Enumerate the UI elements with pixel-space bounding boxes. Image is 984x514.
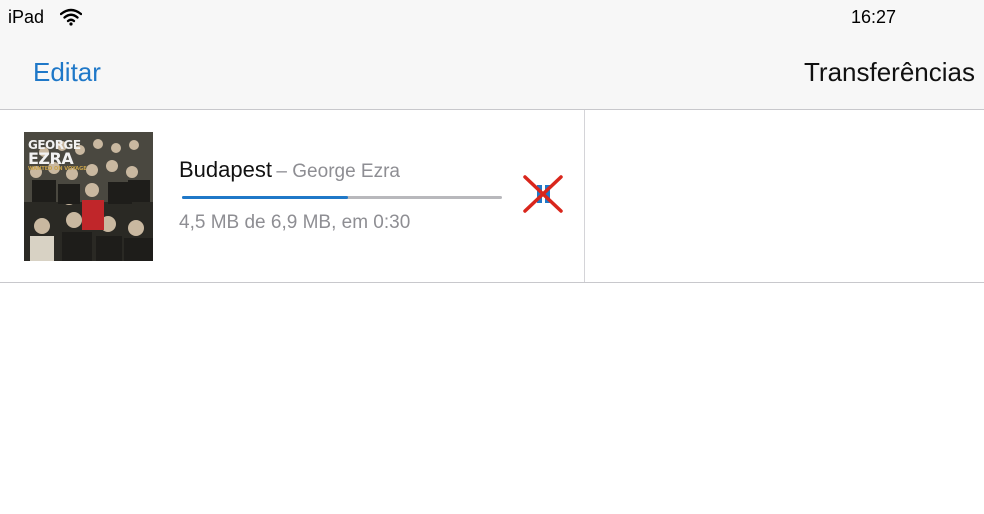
navigation-bar: Editar Transferências xyxy=(0,36,984,110)
edit-button[interactable]: Editar xyxy=(33,57,101,88)
page-title: Transferências xyxy=(804,57,975,87)
pause-cancel-icon[interactable] xyxy=(522,174,564,214)
wifi-icon xyxy=(60,8,82,26)
song-title: Budapest xyxy=(179,157,272,182)
song-line: Budapest – George Ezra xyxy=(179,157,400,183)
download-progress-fill xyxy=(182,196,349,199)
download-row[interactable]: GEORGE EZRA WANTED ON VOYAGE Budapest – … xyxy=(0,110,984,283)
status-bar: iPad 16:27 xyxy=(0,0,984,36)
download-progress-text: 4,5 MB de 6,9 MB, em 0:30 xyxy=(179,212,411,233)
split-view-divider xyxy=(584,110,585,282)
title-artist-separator: – xyxy=(276,161,293,182)
device-label: iPad xyxy=(8,7,45,27)
download-progress-bar xyxy=(182,196,502,199)
song-artist: George Ezra xyxy=(292,161,401,182)
clock: 16:27 xyxy=(851,7,897,27)
album-artwork: GEORGE EZRA WANTED ON VOYAGE xyxy=(24,132,153,261)
album-cover-text: GEORGE EZRA WANTED ON VOYAGE xyxy=(28,138,87,172)
